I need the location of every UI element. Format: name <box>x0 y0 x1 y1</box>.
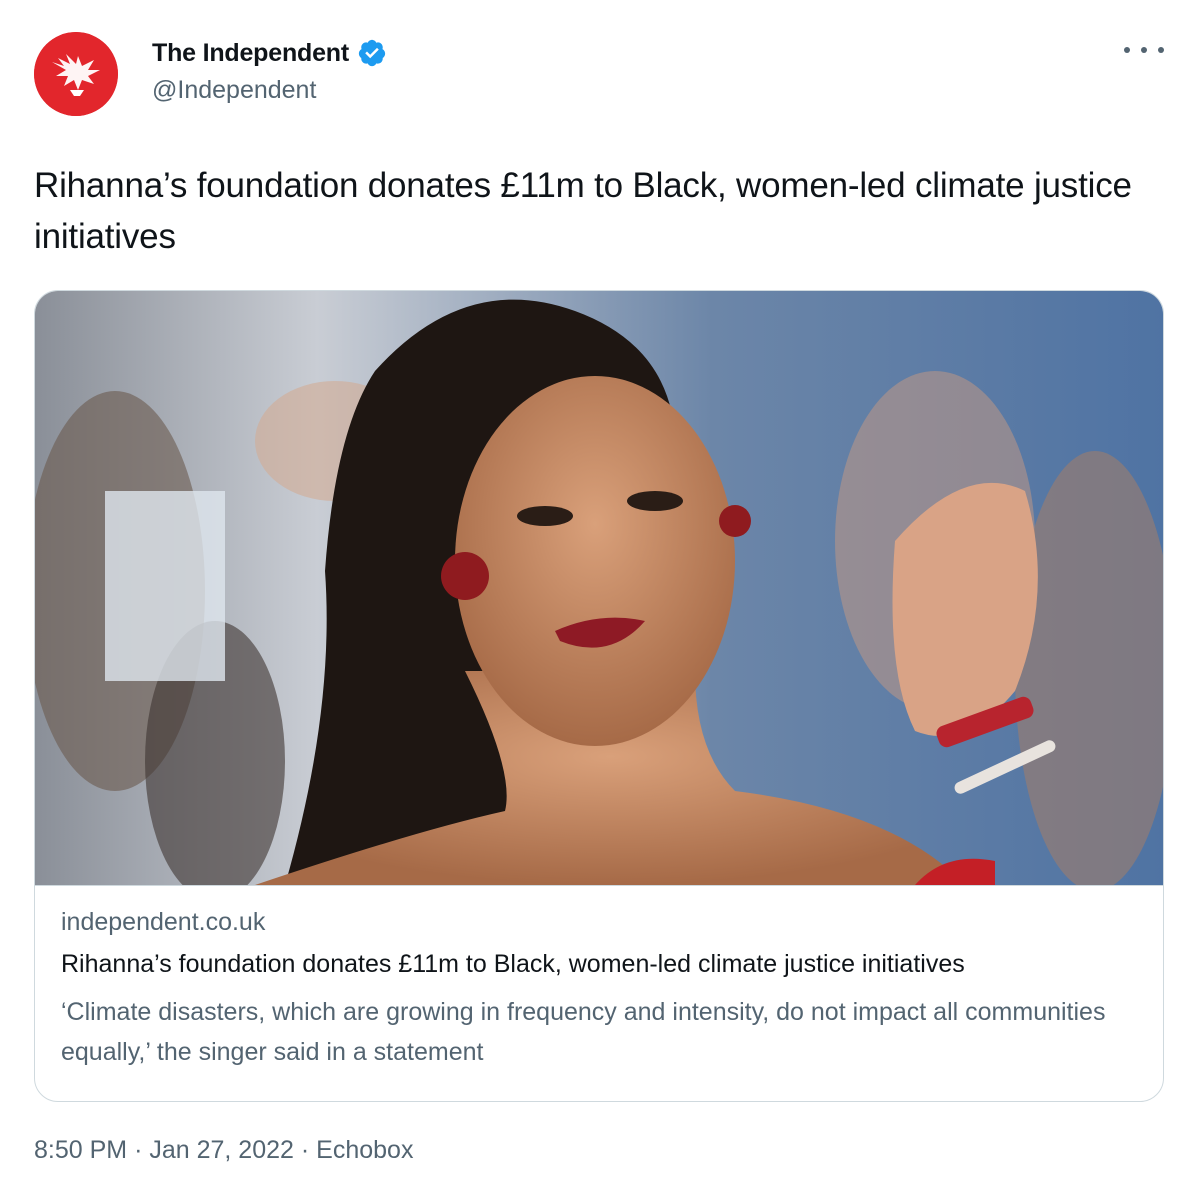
link-card[interactable]: independent.co.uk Rihanna’s foundation d… <box>34 290 1164 1102</box>
tweet-time[interactable]: 8:50 PM <box>34 1136 127 1164</box>
card-description: ‘Climate disasters, which are growing in… <box>61 998 1106 1066</box>
tweet-source[interactable]: Echobox <box>316 1136 413 1164</box>
card-image[interactable] <box>35 291 1163 885</box>
tweet-header: The Independent @Independent <box>34 32 1164 116</box>
separator: · <box>300 1136 310 1164</box>
card-meta[interactable]: independent.co.uk Rihanna’s foundation d… <box>35 885 1163 1101</box>
more-options-icon[interactable] <box>1124 38 1164 62</box>
handle[interactable]: @Independent <box>152 76 387 105</box>
tweet-text: Rihanna’s foundation donates £11m to Bla… <box>34 166 1132 256</box>
card-domain: independent.co.uk <box>61 908 266 936</box>
verified-badge-icon <box>357 38 387 68</box>
display-name[interactable]: The Independent <box>152 39 349 68</box>
separator: · <box>134 1136 143 1164</box>
article-photo <box>35 291 1163 885</box>
tweet-footer: 8:50 PM · Jan 27, 2022 · Echobox <box>34 1136 413 1165</box>
eagle-logo-icon <box>34 32 118 116</box>
card-title: Rihanna’s foundation donates £11m to Bla… <box>61 950 965 978</box>
avatar[interactable] <box>34 32 118 116</box>
tweet-date[interactable]: Jan 27, 2022 <box>149 1136 294 1164</box>
